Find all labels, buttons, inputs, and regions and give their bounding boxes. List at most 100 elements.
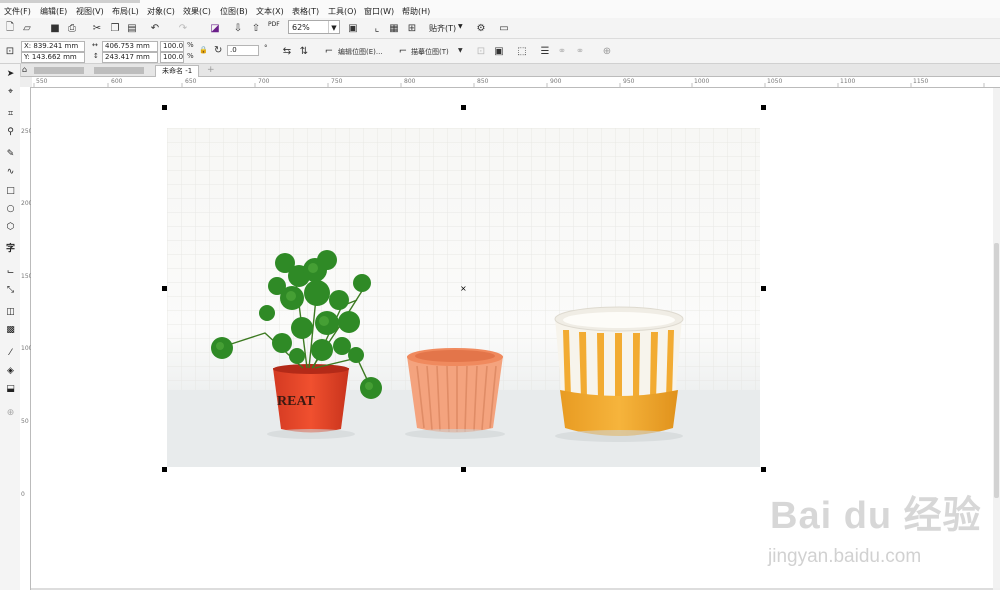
- show-rulers-icon[interactable]: ⌞: [370, 21, 384, 35]
- vertical-scrollbar[interactable]: [993, 88, 1000, 588]
- import-icon[interactable]: ⇩: [231, 21, 245, 35]
- menu-text[interactable]: 文本(X): [256, 6, 284, 17]
- freehand-tool-icon[interactable]: ✎: [4, 148, 17, 161]
- mirror-vertical-icon[interactable]: ⇅: [297, 44, 311, 58]
- redo-icon[interactable]: ↷: [176, 21, 190, 35]
- edit-bitmap-button[interactable]: 编辑位图(E)...: [338, 47, 383, 57]
- options-gear-icon[interactable]: ⚙: [474, 21, 488, 35]
- pot-lettering: REAT: [277, 394, 316, 409]
- ruler-label: 50: [21, 418, 29, 425]
- text-tool-icon[interactable]: 字: [4, 243, 17, 256]
- edit-bitmap-icon[interactable]: ⌐: [322, 44, 336, 58]
- parallel-dimension-tool-icon[interactable]: ⌙: [4, 266, 17, 279]
- trace-bitmap-button[interactable]: 描摹位图(T): [411, 47, 449, 57]
- bounding-box-icon[interactable]: ⬚: [515, 44, 529, 58]
- add-tool-icon[interactable]: ⊕: [4, 407, 17, 420]
- add-icon[interactable]: ⊕: [600, 44, 614, 58]
- unlink-icon[interactable]: ⚭: [573, 44, 587, 58]
- menu-window[interactable]: 窗口(W): [364, 6, 394, 17]
- crop-bitmap-icon[interactable]: ▣: [492, 44, 506, 58]
- smart-fill-tool-icon[interactable]: ⬓: [4, 383, 17, 396]
- horizontal-ruler[interactable]: 550 600 650 700 750 800 850 900 950 1000…: [32, 77, 1000, 88]
- menu-effects[interactable]: 效果(C): [183, 6, 211, 17]
- link-icon[interactable]: ⚭: [555, 44, 569, 58]
- chevron-down-icon[interactable]: ▼: [458, 23, 463, 30]
- selected-bitmap-photo[interactable]: REAT: [167, 128, 760, 467]
- scrollbar-thumb[interactable]: [994, 243, 999, 498]
- new-tab-plus-icon[interactable]: +: [207, 65, 215, 75]
- menu-view[interactable]: 视图(V): [76, 6, 104, 17]
- undo-icon[interactable]: ↶: [148, 21, 162, 35]
- menu-bitmaps[interactable]: 位图(B): [220, 6, 248, 17]
- resample-icon[interactable]: ⊡: [474, 44, 488, 58]
- trace-bitmap-icon[interactable]: ⌐: [396, 44, 410, 58]
- print-icon[interactable]: ⎙: [65, 21, 79, 35]
- interactive-fill-tool-icon[interactable]: ◈: [4, 365, 17, 378]
- width-field[interactable]: 406.753 mm: [102, 41, 158, 52]
- selection-handle-top-right[interactable]: [761, 105, 766, 110]
- home-icon[interactable]: ⌂: [22, 65, 27, 74]
- show-grid-icon[interactable]: ▦: [387, 21, 401, 35]
- selection-handle-left[interactable]: [162, 286, 167, 291]
- show-guidelines-icon[interactable]: ⊞: [405, 21, 419, 35]
- lock-ratio-icon[interactable]: 🔒: [199, 46, 208, 54]
- shape-tool-icon[interactable]: ⌖: [4, 86, 17, 99]
- eyedropper-tool-icon[interactable]: ⁄: [4, 347, 17, 360]
- full-screen-icon[interactable]: ▣: [346, 21, 360, 35]
- scale-x-field[interactable]: 100.0: [160, 41, 184, 52]
- x-position-field[interactable]: X: 839.241 mm: [21, 41, 85, 52]
- height-icon: ↕: [93, 52, 99, 60]
- polygon-tool-icon[interactable]: ⬡: [4, 221, 17, 234]
- selection-handle-bottom-left[interactable]: [162, 467, 167, 472]
- menu-file[interactable]: 文件(F): [4, 6, 31, 17]
- selection-handle-bottom-right[interactable]: [761, 467, 766, 472]
- y-position-field[interactable]: Y: 143.662 mm: [21, 52, 85, 63]
- new-document-icon[interactable]: 🗋: [3, 21, 17, 35]
- rectangle-tool-icon[interactable]: □: [4, 185, 17, 198]
- toolbox: ➤ ⌖ ⌗ ⚲ ✎ ∿ □ ○ ⬡ 字 ⌙ ⤡ ◫ ▩ ⁄ ◈ ⬓ ⊕: [0, 64, 21, 590]
- publish-pdf-icon[interactable]: PDF: [268, 21, 280, 28]
- peach-flower-pot: [407, 356, 503, 433]
- menu-tools[interactable]: 工具(O): [328, 6, 357, 17]
- vertical-ruler[interactable]: 250 200 150 100 50 0: [20, 87, 32, 590]
- corel-connect-icon[interactable]: ◪: [208, 21, 222, 35]
- ellipse-tool-icon[interactable]: ○: [4, 203, 17, 216]
- zoom-level-select[interactable]: 62% ▼: [288, 20, 340, 34]
- paste-icon[interactable]: ▤: [125, 21, 139, 35]
- copy-icon[interactable]: ❐: [108, 21, 122, 35]
- selection-handle-top-left[interactable]: [162, 105, 167, 110]
- export-icon[interactable]: ⇧: [249, 21, 263, 35]
- mirror-horizontal-icon[interactable]: ⇆: [280, 44, 294, 58]
- zoom-tool-icon[interactable]: ⚲: [4, 126, 17, 139]
- menu-help[interactable]: 帮助(H): [402, 6, 430, 17]
- menu-layout[interactable]: 布局(L): [112, 6, 139, 17]
- photo-scene: REAT: [167, 128, 760, 467]
- chevron-down-icon[interactable]: ▼: [458, 47, 463, 54]
- selection-handle-bottom[interactable]: [461, 467, 466, 472]
- connector-tool-icon[interactable]: ⤡: [4, 284, 17, 297]
- open-folder-icon[interactable]: ▱: [20, 21, 34, 35]
- transparency-tool-icon[interactable]: ▩: [4, 324, 17, 337]
- application-launcher-icon[interactable]: ▭: [497, 21, 511, 35]
- tab-untitled-document[interactable]: 未命名 -1: [155, 65, 200, 77]
- drop-shadow-tool-icon[interactable]: ◫: [4, 306, 17, 319]
- crop-tool-icon[interactable]: ⌗: [4, 108, 17, 121]
- text-wrap-icon[interactable]: ☰: [538, 44, 552, 58]
- menu-object[interactable]: 对象(C): [147, 6, 175, 17]
- pick-tool-icon[interactable]: ➤: [4, 68, 17, 81]
- menu-edit[interactable]: 编辑(E): [40, 6, 67, 17]
- rotation-field[interactable]: .0: [227, 45, 259, 56]
- selection-handle-right[interactable]: [761, 286, 766, 291]
- menu-table[interactable]: 表格(T): [292, 6, 319, 17]
- center-marker-icon[interactable]: ×: [460, 284, 467, 293]
- object-origin-icon[interactable]: ⊡: [3, 44, 17, 58]
- save-icon[interactable]: ■: [48, 21, 62, 35]
- selection-handle-top[interactable]: [461, 105, 466, 110]
- smart-drawing-tool-icon[interactable]: ∿: [4, 166, 17, 179]
- standard-toolbar: 🗋 ▱ ■ ⎙ ✂ ❐ ▤ ↶ ↷ ◪ ⇩ ⇧ PDF 62% ▼ ▣ ⌞ ▦ …: [0, 18, 1000, 39]
- cut-icon[interactable]: ✂: [90, 21, 104, 35]
- snap-to-menu[interactable]: 贴齐(T): [429, 23, 456, 34]
- scale-y-field[interactable]: 100.0: [160, 52, 184, 63]
- height-field[interactable]: 243.417 mm: [102, 52, 158, 63]
- ruler-label: 0: [21, 491, 25, 498]
